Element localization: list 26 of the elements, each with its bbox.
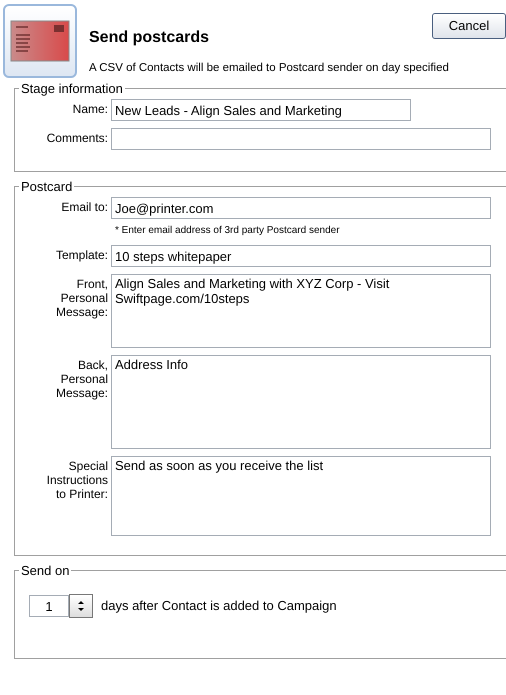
input-field[interactable]: 10 steps whitepaper (111, 245, 491, 267)
cancel-button[interactable]: Cancel (432, 13, 506, 39)
field-label: Template: (54, 247, 109, 264)
field-label: Comments: (46, 130, 109, 147)
up-down-arrows-icon (77, 599, 85, 613)
field-label: Front, Personal Message: (54, 276, 109, 321)
postcard-icon (3, 4, 77, 78)
section-legend: Postcard (19, 180, 74, 193)
text-area[interactable]: Address Info (111, 355, 491, 449)
field-label: Email to: (60, 199, 109, 216)
field-label: Name: (72, 101, 109, 118)
input-field[interactable] (111, 128, 491, 150)
input-field[interactable]: New Leads - Align Sales and Marketing (111, 99, 411, 121)
hint-text: * Enter email address of 3rd party Postcard sender (115, 224, 341, 238)
spinner-control[interactable] (69, 594, 93, 618)
field-label: Back, Personal Message: (54, 357, 109, 402)
input-field[interactable]: Joe@printer.com (111, 197, 491, 219)
description-text: A CSV of Contacts will be emailed to Postcard sender on day specified (89, 61, 449, 76)
text-area[interactable]: Align Sales and Marketing with XYZ Corp - Visit Swiftpage.com/10steps (111, 274, 491, 348)
days-text: days after Contact is added to Campaign (101, 597, 337, 616)
text-area[interactable]: Send as soon as you receive the list (111, 456, 491, 536)
field-label: Special Instructions to Printer: (46, 458, 109, 503)
section-legend: Stage information (19, 82, 125, 95)
section-legend: Send on (19, 564, 72, 577)
dialog-title: Send postcards (89, 28, 210, 48)
number-field[interactable]: 1 (29, 595, 69, 617)
